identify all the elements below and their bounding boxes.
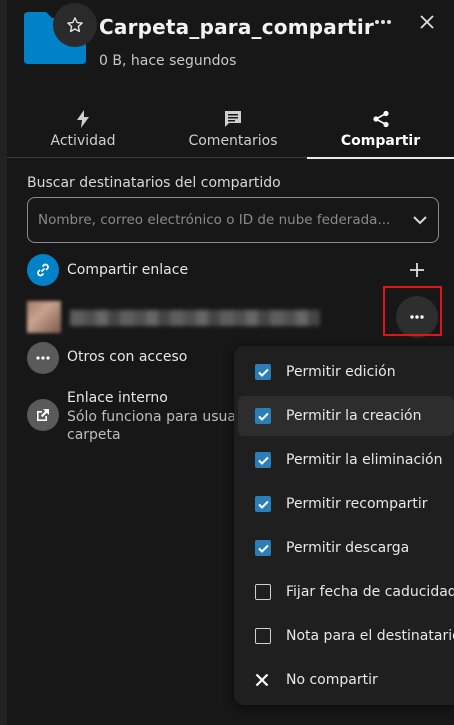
more-horizontal-icon — [36, 356, 50, 360]
shared-user-avatar — [27, 301, 61, 333]
share-link-label[interactable]: Compartir enlace — [67, 262, 188, 278]
external-link-icon — [37, 409, 49, 421]
menu-item-label: Fijar fecha de caducidad — [286, 584, 454, 600]
share-icon — [372, 110, 389, 128]
comment-icon — [225, 111, 241, 127]
bolt-icon — [77, 110, 89, 128]
share-options-menu: Permitir edición Permitir la creación Pe… — [234, 346, 454, 705]
menu-item-label: No compartir — [286, 672, 378, 688]
check-icon — [257, 412, 269, 421]
menu-item-permitir-recompartir[interactable]: Permitir recompartir — [238, 484, 454, 524]
menu-item-label: Permitir edición — [286, 364, 396, 380]
menu-item-permitir-descarga[interactable]: Permitir descarga — [238, 528, 454, 568]
checkbox-checked[interactable] — [255, 540, 271, 556]
tab-bar: Actividad Comentarios Compartir — [7, 100, 454, 159]
menu-item-nota-destinatario[interactable]: Nota para el destinatario — [238, 616, 454, 656]
share-link-avatar — [27, 254, 59, 286]
internal-link-title[interactable]: Enlace interno — [67, 390, 168, 406]
file-meta: 0 B, hace segundos — [99, 53, 237, 69]
tab-comentarios[interactable]: Comentarios — [159, 100, 307, 158]
tab-label: Compartir — [340, 133, 421, 149]
header-more-button[interactable] — [369, 8, 397, 36]
star-icon — [67, 17, 83, 33]
shared-user-name — [70, 310, 320, 326]
search-field[interactable] — [27, 197, 439, 243]
link-icon — [37, 263, 49, 277]
close-icon — [253, 671, 271, 689]
internal-link-desc-cont: carpeta — [67, 427, 121, 443]
close-icon — [420, 15, 434, 29]
tab-compartir[interactable]: Compartir — [307, 100, 454, 159]
menu-item-label: Nota para el destinatario — [286, 628, 454, 644]
add-share-link-button[interactable] — [408, 261, 426, 279]
highlight-box — [383, 286, 442, 336]
others-access-label[interactable]: Otros con acceso — [67, 349, 187, 365]
checkbox-checked[interactable] — [255, 408, 271, 424]
menu-item-label: Permitir la eliminación — [286, 452, 443, 468]
checkbox-checked[interactable] — [255, 496, 271, 512]
page-title: Carpeta_para_compartir — [99, 15, 374, 39]
others-access-avatar — [27, 342, 59, 374]
menu-item-no-compartir[interactable]: No compartir — [238, 660, 454, 700]
tab-actividad[interactable]: Actividad — [7, 100, 159, 158]
menu-item-permitir-eliminacion[interactable]: Permitir la eliminación — [238, 440, 454, 480]
search-label: Buscar destinatarios del compartido — [27, 175, 281, 191]
internal-link-avatar — [27, 399, 59, 431]
search-input[interactable] — [38, 212, 412, 228]
menu-item-permitir-edicion[interactable]: Permitir edición — [238, 352, 454, 392]
check-icon — [257, 500, 269, 509]
check-icon — [257, 456, 269, 465]
checkbox-checked[interactable] — [255, 452, 271, 468]
check-icon — [257, 368, 269, 377]
menu-item-label: Permitir recompartir — [286, 496, 428, 512]
close-button[interactable] — [413, 8, 441, 36]
internal-link-desc: Sólo funciona para usuari — [67, 409, 246, 425]
chevron-down-icon[interactable] — [412, 215, 428, 225]
menu-item-permitir-creacion[interactable]: Permitir la creación — [238, 396, 454, 436]
left-border — [0, 0, 7, 725]
menu-item-label: Permitir la creación — [286, 408, 422, 424]
checkbox-unchecked[interactable] — [255, 628, 271, 644]
tab-label: Comentarios — [188, 133, 278, 149]
menu-item-fecha-caducidad[interactable]: Fijar fecha de caducidad — [238, 572, 454, 612]
checkbox-unchecked[interactable] — [255, 584, 271, 600]
check-icon — [257, 544, 269, 553]
favorite-button[interactable] — [53, 3, 97, 47]
tab-label: Actividad — [50, 133, 116, 149]
menu-item-label: Permitir descarga — [286, 540, 410, 556]
checkbox-checked[interactable] — [255, 364, 271, 380]
more-horizontal-icon — [375, 20, 391, 24]
plus-icon — [410, 263, 424, 277]
